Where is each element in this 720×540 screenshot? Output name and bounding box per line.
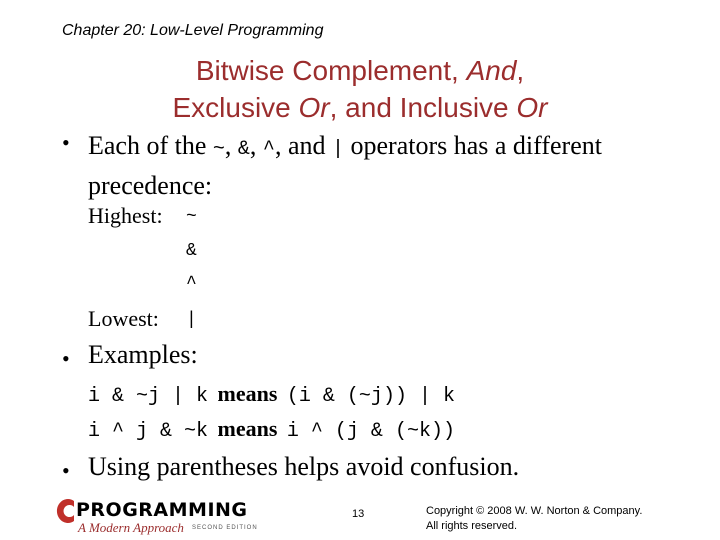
logo-title: PROGRAMMING bbox=[76, 499, 248, 521]
logo-c-icon bbox=[56, 499, 74, 523]
chapter-header: Chapter 20: Low-Level Programming bbox=[62, 22, 324, 39]
examples-label: Examples: bbox=[88, 340, 198, 369]
logo-edition: SECOND EDITION bbox=[192, 525, 258, 531]
highest-label: Highest: bbox=[88, 203, 163, 228]
title-line-1: Bitwise Complement, And, bbox=[195, 55, 525, 86]
bullet-icon: • bbox=[62, 346, 70, 371]
example-line: i ^ j & ~k means i ^ (j & (~k)) bbox=[88, 416, 455, 443]
precedence-op: ^ bbox=[186, 274, 197, 294]
logo-subtitle: A Modern Approach bbox=[78, 520, 184, 535]
bullet-parentheses: Using parentheses helps avoid confusion. bbox=[88, 452, 520, 481]
precedence-op: | bbox=[186, 310, 197, 330]
bullet-precedence: Each of the ~, &, ^, and | operators has… bbox=[88, 131, 602, 200]
book-logo bbox=[54, 497, 78, 530]
precedence-op: ~ bbox=[186, 207, 197, 227]
precedence-op: & bbox=[186, 241, 197, 261]
title-line-2: Exclusive Or, and Inclusive Or bbox=[172, 92, 548, 123]
copyright: Copyright © 2008 W. W. Norton & Company.… bbox=[426, 505, 643, 532]
bullet-icon: • bbox=[62, 458, 70, 483]
slide-title: Bitwise Complement, And, Exclusive Or, a… bbox=[0, 52, 720, 126]
bullet-icon: • bbox=[62, 130, 70, 155]
page-number: 13 bbox=[352, 508, 365, 520]
lowest-label: Lowest: bbox=[88, 306, 159, 331]
example-line: i & ~j | k means (i & (~j)) | k bbox=[88, 381, 455, 408]
